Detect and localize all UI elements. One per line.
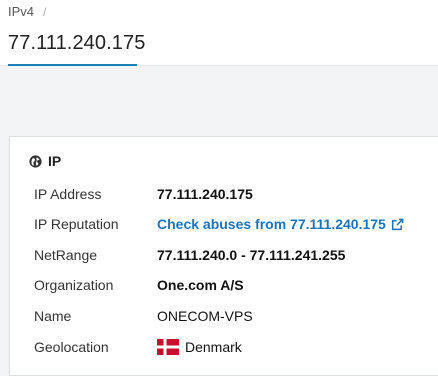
row-name: Name ONECOM-VPS [34, 304, 253, 328]
name-value: ONECOM-VPS [157, 308, 253, 324]
name-label: Name [34, 308, 72, 324]
card-heading: IP [29, 153, 61, 169]
row-geolocation: Geolocation Denmark [34, 335, 242, 359]
organization-label: Organization [34, 277, 114, 293]
ip-address-value: 77.111.240.175 [157, 186, 253, 202]
geolocation-label: Geolocation [34, 339, 109, 355]
page-title: 77.111.240.175 [8, 32, 146, 54]
row-organization: Organization One.com A/S [34, 273, 244, 297]
geolocation-value: Denmark [157, 339, 242, 355]
external-link-icon[interactable] [391, 218, 404, 231]
row-ip-reputation: IP Reputation Check abuses from 77.111.2… [34, 212, 404, 236]
ip-info-card: IP IP Address 77.111.240.175 IP Reputati… [9, 136, 438, 376]
page-header: IPv4 / 77.111.240.175 [0, 0, 438, 66]
breadcrumb: IPv4 / [8, 4, 46, 19]
row-ip-address: IP Address 77.111.240.175 [34, 182, 253, 206]
card-heading-label: IP [48, 153, 62, 169]
title-underline [8, 64, 137, 66]
organization-value: One.com A/S [157, 277, 244, 293]
row-netrange: NetRange 77.111.240.0 - 77.111.241.255 [34, 243, 345, 267]
geolocation-country: Denmark [185, 339, 242, 355]
globe-icon [29, 154, 42, 168]
breadcrumb-item-ipv4[interactable]: IPv4 [8, 4, 34, 19]
breadcrumb-separator: / [43, 4, 47, 19]
denmark-flag-icon [157, 339, 179, 355]
check-abuses-link-text[interactable]: Check abuses from 77.111.240.175 [157, 216, 386, 232]
check-abuses-link[interactable]: Check abuses from 77.111.240.175 [157, 216, 404, 232]
netrange-label: NetRange [34, 247, 98, 263]
ip-address-label: IP Address [34, 186, 102, 202]
netrange-value: 77.111.240.0 - 77.111.241.255 [157, 247, 346, 263]
ip-reputation-label: IP Reputation [34, 216, 119, 232]
